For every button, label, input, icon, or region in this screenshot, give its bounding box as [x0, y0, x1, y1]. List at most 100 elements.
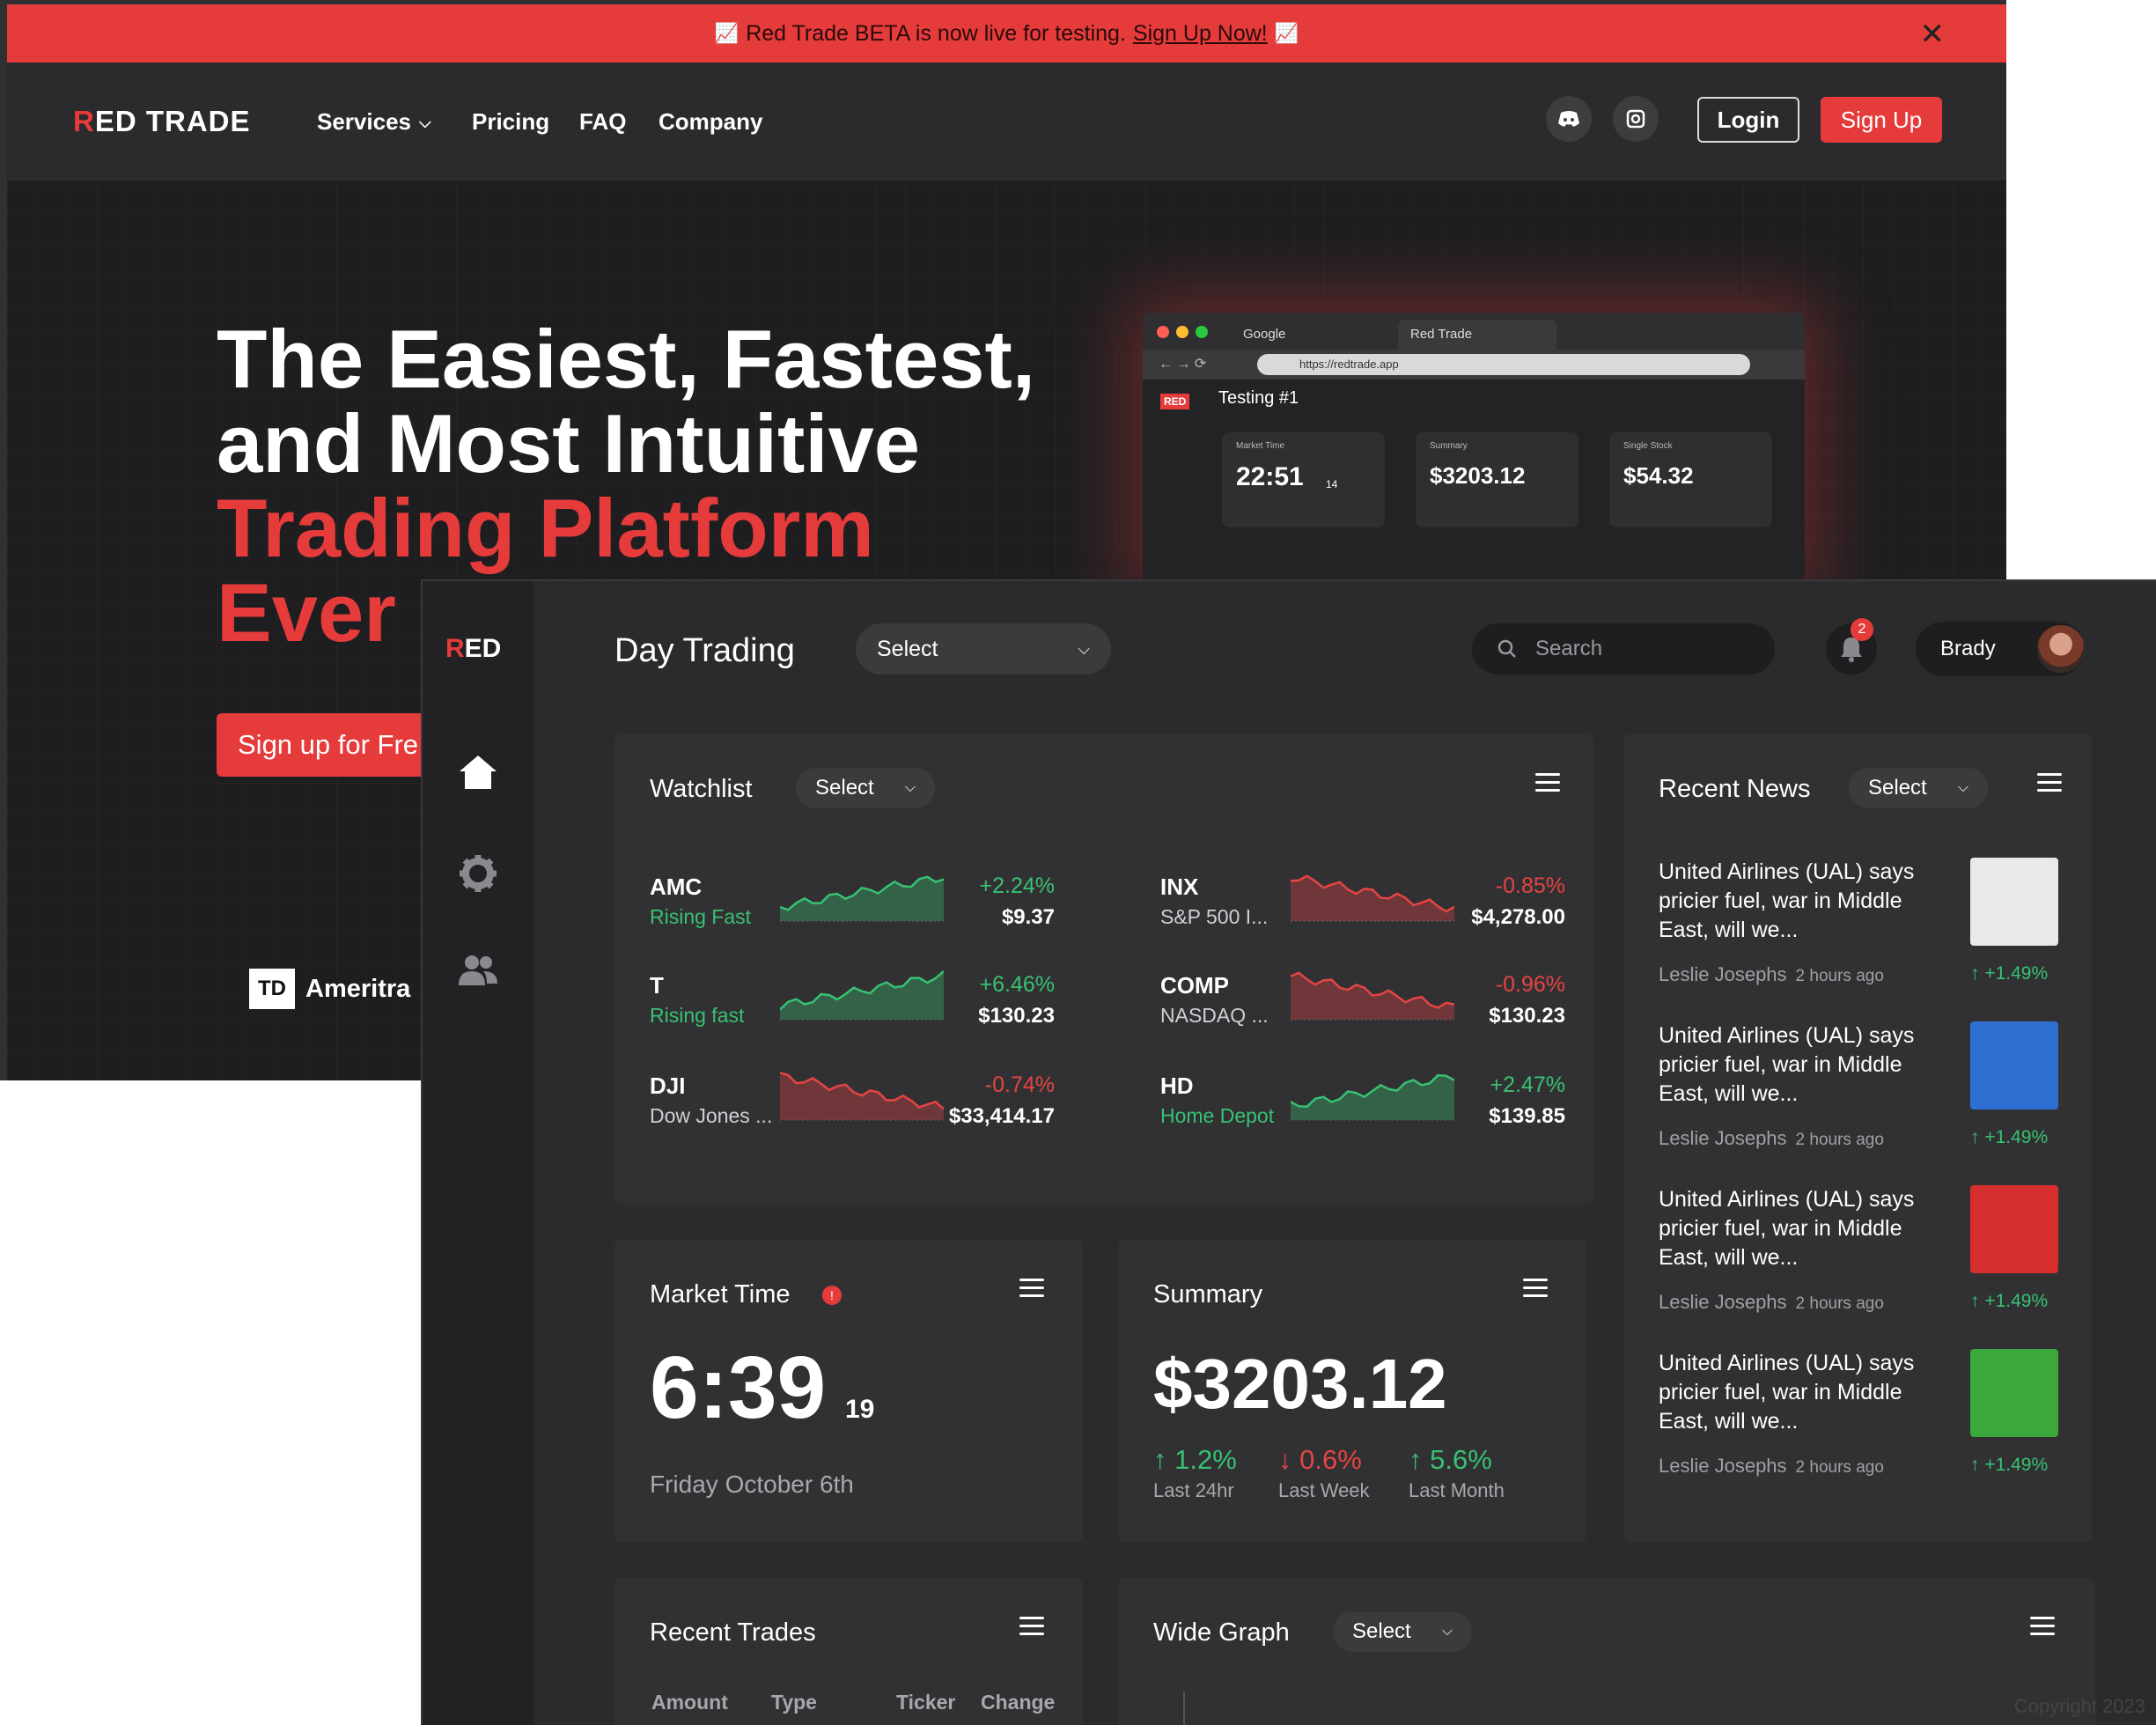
- red-trade-logo[interactable]: RED TRADE: [73, 105, 251, 138]
- preview-card-title: Summary: [1430, 441, 1468, 451]
- ticker-change: +6.46%: [979, 972, 1056, 997]
- market-time-clock: 6:39: [650, 1338, 827, 1437]
- preview-tab-google: Google: [1243, 327, 1286, 342]
- red-logo[interactable]: RED: [445, 634, 501, 664]
- news-headline[interactable]: United Airlines (UAL) says pricier fuel,…: [1659, 1185, 1940, 1272]
- news-item[interactable]: United Airlines (UAL) says pricier fuel,…: [1659, 1349, 2064, 1499]
- summary-stat-week: ↓ 0.6% Last Week: [1278, 1444, 1384, 1502]
- stat-value: ↓ 0.6%: [1278, 1444, 1362, 1475]
- nav-services[interactable]: Services: [317, 108, 411, 136]
- news-select-dropdown[interactable]: Select ⌵: [1849, 768, 1988, 808]
- login-button[interactable]: Login: [1697, 97, 1799, 143]
- watchlist-menu-icon[interactable]: [1535, 773, 1560, 792]
- summary-title: Summary: [1153, 1280, 1263, 1308]
- news-item[interactable]: United Airlines (UAL) says pricier fuel,…: [1659, 858, 2064, 1007]
- column-header[interactable]: Change: [981, 1691, 1055, 1714]
- close-dot-icon: [1157, 326, 1169, 338]
- preview-card-value: 22:51: [1236, 462, 1304, 491]
- select-label: Select: [815, 776, 874, 800]
- ticker-price: $33,414.17: [948, 1104, 1055, 1128]
- preview-card-value: $3203.12: [1430, 462, 1526, 489]
- notification-count-badge: 2: [1851, 618, 1873, 641]
- ticker-change: -0.74%: [984, 1073, 1055, 1097]
- recent-news-card: Recent News Select ⌵ United Airlines (UA…: [1623, 734, 2092, 1543]
- wide-graph-menu-icon[interactable]: [2030, 1617, 2055, 1636]
- news-thumbnail[interactable]: [1970, 858, 2058, 946]
- sparkline-chart: [1291, 1073, 1454, 1121]
- ticker-price: $130.23: [978, 1004, 1055, 1028]
- graph-axis: [1183, 1692, 1185, 1725]
- news-thumbnail[interactable]: [1970, 1349, 2058, 1437]
- news-author: Leslie Josephs: [1659, 1127, 1787, 1149]
- chevron-down-icon: ⌵: [1957, 780, 1968, 795]
- recent-trades-menu-icon[interactable]: [1019, 1617, 1044, 1636]
- banner-text: Red Trade BETA is now live for testing.: [746, 20, 1126, 46]
- news-headline[interactable]: United Airlines (UAL) says pricier fuel,…: [1659, 858, 1940, 945]
- ticker-symbol: COMP: [1160, 972, 1229, 999]
- news-time: 2 hours ago: [1795, 1294, 1884, 1313]
- maximize-dot-icon: [1196, 326, 1208, 338]
- news-item[interactable]: United Airlines (UAL) says pricier fuel,…: [1659, 1185, 2064, 1335]
- news-author: Leslie Josephs: [1659, 963, 1787, 985]
- preview-tab-redtrade: Red Trade: [1398, 320, 1556, 350]
- watchlist-select-dropdown[interactable]: Select ⌵: [796, 768, 935, 808]
- chevron-down-icon: ⌵: [904, 780, 916, 795]
- minimize-dot-icon: [1176, 326, 1188, 338]
- browser-address-bar: ← → ⟳ https://redtrade.app: [1143, 350, 1805, 380]
- news-time: 2 hours ago: [1795, 1131, 1884, 1149]
- search-bar[interactable]: Search: [1472, 623, 1775, 675]
- nav-pricing[interactable]: Pricing: [472, 108, 549, 136]
- chevron-down-icon[interactable]: ⌵: [419, 114, 431, 132]
- news-time: 2 hours ago: [1795, 967, 1884, 985]
- market-time-menu-icon[interactable]: [1019, 1279, 1044, 1298]
- column-header[interactable]: Type: [771, 1691, 817, 1714]
- users-icon[interactable]: [454, 947, 502, 994]
- preview-url: https://redtrade.app: [1257, 354, 1750, 375]
- avatar[interactable]: [2037, 625, 2085, 673]
- news-headline[interactable]: United Airlines (UAL) says pricier fuel,…: [1659, 1349, 1940, 1436]
- select-label: Select: [1352, 1619, 1411, 1643]
- home-icon[interactable]: [454, 748, 502, 796]
- watchlist-item[interactable]: T Rising fast +6.46% $130.23: [650, 970, 1056, 1043]
- watchlist-item[interactable]: DJI Dow Jones ... -0.74% $33,414.17: [650, 1072, 1055, 1143]
- watchlist-item[interactable]: INX S&P 500 I... -0.85% $4,278.00: [1160, 874, 1565, 944]
- summary-menu-icon[interactable]: [1523, 1279, 1548, 1298]
- sparkline-chart: [1291, 971, 1454, 1021]
- banner-close-icon[interactable]: ✕: [1920, 17, 1946, 52]
- column-header[interactable]: Ticker: [896, 1691, 955, 1714]
- banner-signup-link[interactable]: Sign Up Now!: [1133, 21, 1268, 47]
- signup-button[interactable]: Sign Up: [1821, 97, 1942, 143]
- watchlist-card: Watchlist Select ⌵ AMC Rising Fast +2.24% $…: [614, 734, 1593, 1205]
- preview-card-title: Market Time: [1236, 441, 1285, 451]
- signup-free-button[interactable]: Sign up for Fre: [217, 713, 445, 777]
- hero-line-1: The Easiest, Fastest,: [217, 313, 1035, 405]
- nav-arrows-icon: ← → ⟳: [1159, 357, 1207, 372]
- ticker-change: -0.85%: [1495, 874, 1565, 898]
- page-select-dropdown[interactable]: Select ⌵: [856, 623, 1111, 675]
- watchlist-item[interactable]: COMP NASDAQ ... -0.96% $130.23: [1160, 971, 1565, 1043]
- watchlist-item[interactable]: AMC Rising Fast +2.24% $9.37: [650, 874, 1055, 944]
- gear-icon[interactable]: [454, 850, 502, 897]
- sparkline-chart: [780, 875, 944, 922]
- ticker-name: NASDAQ ...: [1160, 1004, 1269, 1027]
- instagram-icon[interactable]: [1613, 96, 1659, 142]
- news-menu-icon[interactable]: [2037, 773, 2062, 792]
- landing-top-nav: RED TRADE Services ⌵ Pricing FAQ Company…: [7, 63, 2006, 181]
- wide-graph-select-dropdown[interactable]: Select ⌵: [1333, 1611, 1472, 1652]
- column-header[interactable]: Amount: [651, 1691, 728, 1714]
- news-thumbnail[interactable]: [1970, 1021, 2058, 1109]
- ticker-symbol: AMC: [650, 874, 703, 900]
- news-headline[interactable]: United Airlines (UAL) says pricier fuel,…: [1659, 1021, 1940, 1109]
- alert-icon[interactable]: !: [822, 1286, 842, 1305]
- ticker-name: Rising fast: [650, 1004, 745, 1027]
- discord-icon[interactable]: [1546, 96, 1592, 142]
- browser-tabbar: Google Red Trade: [1143, 313, 1805, 350]
- news-thumbnail[interactable]: [1970, 1185, 2058, 1273]
- search-input[interactable]: Search: [1535, 637, 1602, 661]
- sparkline-chart: [780, 1072, 944, 1121]
- news-item[interactable]: United Airlines (UAL) says pricier fuel,…: [1659, 1021, 2064, 1171]
- ticker-price: $139.85: [1489, 1104, 1565, 1128]
- nav-faq[interactable]: FAQ: [579, 108, 626, 136]
- nav-company[interactable]: Company: [659, 108, 762, 136]
- watchlist-item[interactable]: HD Home Depot +2.47% $139.85: [1160, 1073, 1565, 1143]
